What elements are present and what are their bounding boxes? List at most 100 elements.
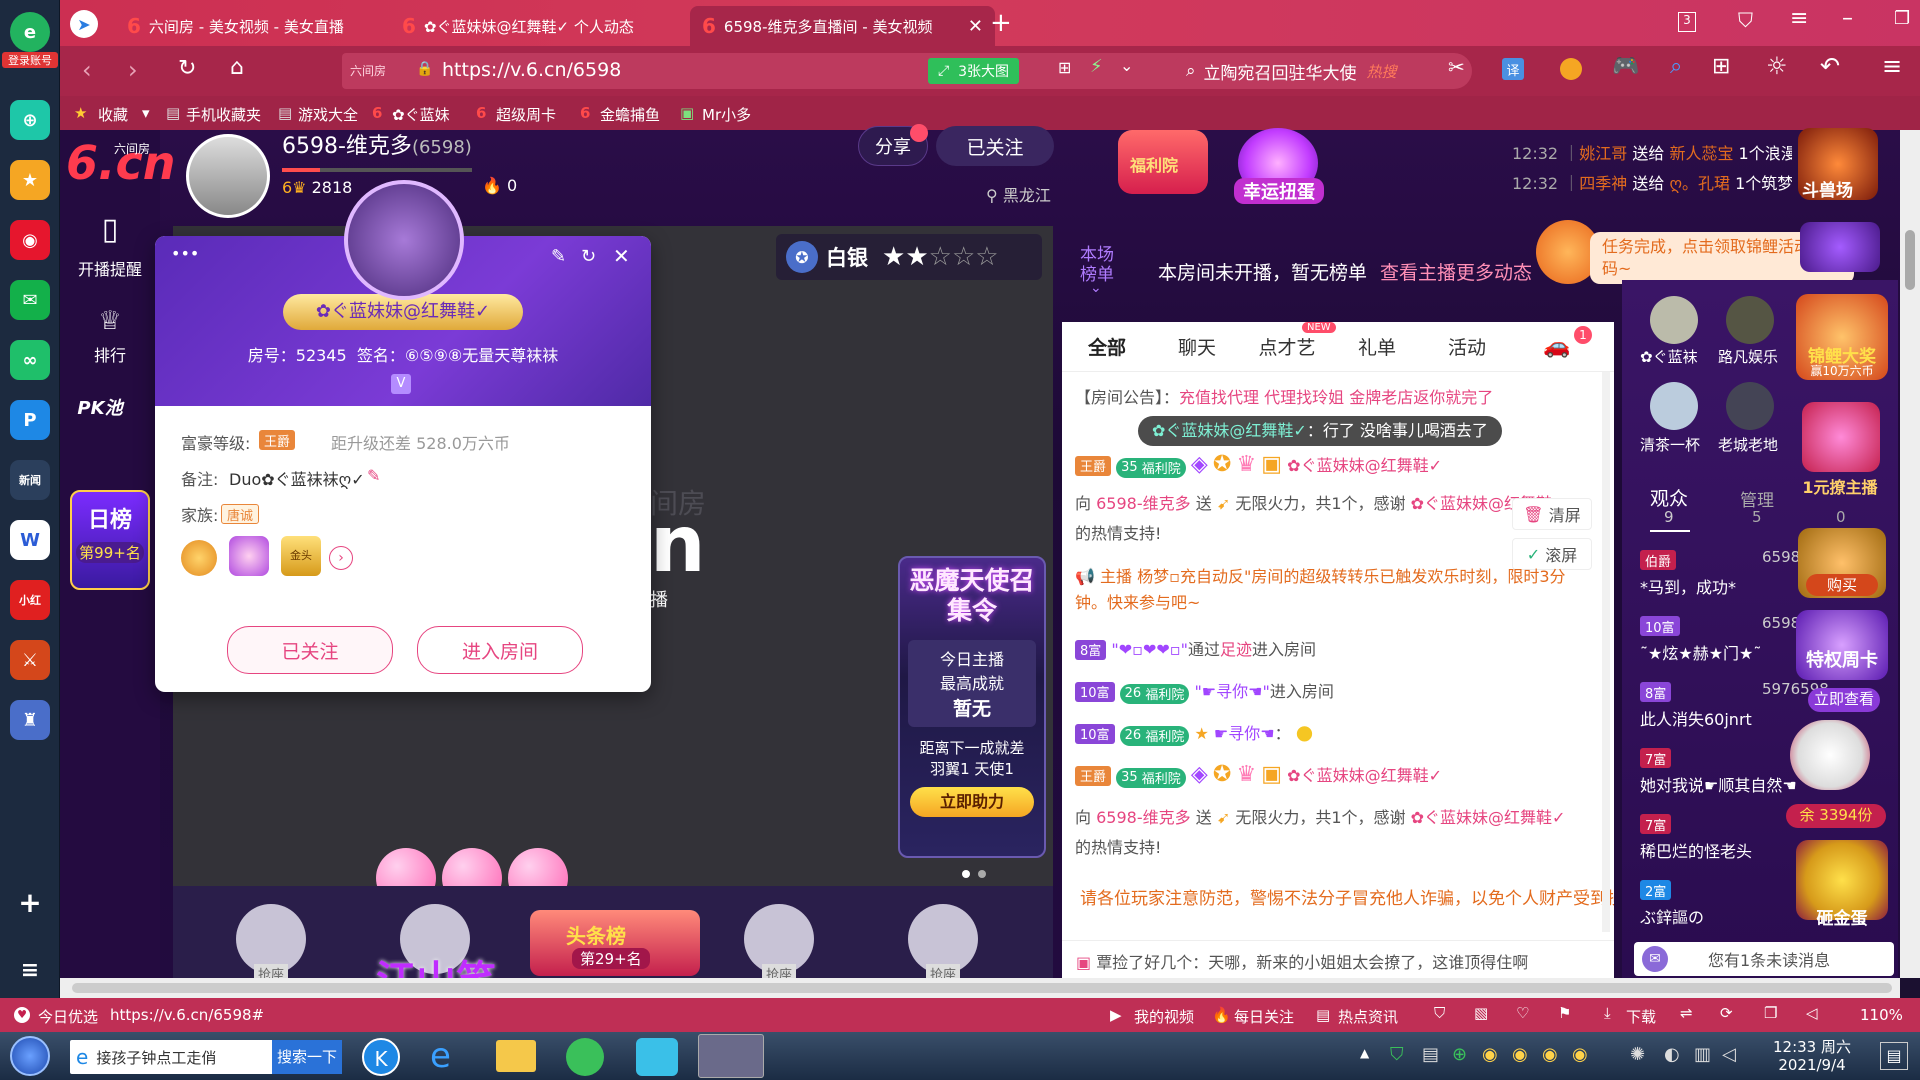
daily-rank-badge[interactable]: 日榜 第99+名 <box>70 490 150 590</box>
tab-talent[interactable]: 点才艺 <box>1242 333 1332 360</box>
tab-chat[interactable]: 聊天 <box>1152 333 1242 360</box>
link-icon[interactable]: ∞ <box>10 340 50 380</box>
hamburger-icon[interactable]: ≡ <box>1882 52 1902 80</box>
tray-qq-icon[interactable]: ◉ <box>1482 1044 1498 1065</box>
top-user-name[interactable]: 清茶一杯 <box>1640 434 1716 455</box>
active-window-icon[interactable] <box>698 1034 764 1078</box>
chevron-down-icon[interactable]: ⌄ <box>1090 280 1102 296</box>
top-user-avatar[interactable] <box>1726 296 1774 344</box>
onecoin-icon[interactable] <box>1802 402 1880 472</box>
ie-taskbar-icon[interactable]: e <box>430 1036 451 1076</box>
welfare-label[interactable]: 福利院 <box>1130 152 1178 176</box>
tray-qq-icon[interactable]: ◉ <box>1572 1044 1588 1065</box>
buy-button[interactable]: 购买 <box>1806 574 1878 596</box>
tab-1[interactable]: 6 六间房 - 美女视频 - 美女直播 <box>115 6 385 46</box>
image-icon[interactable]: ▧ <box>1474 1004 1488 1022</box>
notification-icon[interactable]: ▤ <box>1880 1042 1908 1070</box>
minimize-icon[interactable]: – <box>1842 6 1853 31</box>
chevron-right-icon[interactable]: › <box>329 546 353 570</box>
ticker-user[interactable]: 姚江哥 <box>1579 144 1627 163</box>
status-my-video[interactable]: 我的视频 <box>1134 1006 1194 1027</box>
top-user-name[interactable]: 老城老地 <box>1718 434 1798 455</box>
top-user-avatar[interactable] <box>1650 382 1698 430</box>
ticker-target[interactable]: ღ。孔珺 <box>1669 174 1730 193</box>
top-user-avatar[interactable] <box>1650 296 1698 344</box>
login-label[interactable]: 登录账号 <box>2 52 58 68</box>
coin-icon[interactable] <box>1560 58 1582 80</box>
undo-icon[interactable]: ↶ <box>1820 52 1840 80</box>
grid-icon[interactable]: ⊞ <box>1058 58 1071 77</box>
sender-name[interactable]: ✿ぐ蓝妹妹@红舞鞋✓ <box>1287 456 1442 475</box>
chevron-down-icon[interactable]: ▾ <box>142 104 150 122</box>
promo-card[interactable]: 恶魔天使召集令 今日主播 最高成就 暂无 距离下一成就差 羽翼1 天使1 立即助… <box>898 556 1046 858</box>
anchor-name[interactable]: 6598-维克多 <box>282 134 412 159</box>
pinned-user[interactable]: ✿ぐ蓝妹妹@红舞鞋✓ <box>1152 421 1307 440</box>
search-input[interactable]: ⌕ 立陶宛召回驻华大使 热搜 <box>1172 53 1472 89</box>
video-app-icon[interactable]: 小红 <box>10 580 50 620</box>
brightness-icon[interactable]: ☼ <box>1766 52 1788 80</box>
tray-fan-icon[interactable]: ✺ <box>1630 1044 1645 1065</box>
bookmark-mobile[interactable]: 手机收藏夹 <box>186 104 261 125</box>
sender-name[interactable]: ✿ぐ蓝妹妹@红舞鞋✓ <box>1287 766 1442 785</box>
back-icon[interactable]: ‹ <box>82 56 92 84</box>
k-app-icon[interactable]: K <box>362 1038 400 1076</box>
top-user-avatar[interactable] <box>1726 382 1774 430</box>
status-download[interactable]: 下载 <box>1626 1006 1656 1027</box>
gamepad-icon[interactable]: 🎮 <box>1612 54 1639 79</box>
sender-link[interactable]: ✿ぐ蓝妹妹@红舞鞋✓ <box>1411 808 1566 827</box>
forward-icon[interactable]: › <box>128 56 138 84</box>
tray-shield-icon[interactable]: ⛉ <box>1390 1044 1404 1065</box>
clear-button[interactable]: 🗑 清屏 <box>1512 498 1592 530</box>
popup-avatar[interactable] <box>344 180 464 300</box>
url-field[interactable]: 六间房 🔒 https://v.6.cn/6598 <box>342 53 1210 89</box>
star-icon[interactable]: ★ <box>10 160 50 200</box>
headline-label[interactable]: 头条榜 <box>566 920 626 949</box>
apps-icon[interactable]: ⊞ <box>1712 54 1730 79</box>
lucky-label[interactable]: 幸运扭蛋 <box>1234 178 1324 204</box>
start-button-icon[interactable] <box>10 1036 50 1076</box>
beast-arena-label[interactable]: 斗兽场 <box>1802 176 1853 201</box>
tab-activity[interactable]: 活动 <box>1422 333 1512 360</box>
broom-icon[interactable]: ⚑ <box>1558 1004 1571 1022</box>
new-tab-icon[interactable]: + <box>990 8 1012 38</box>
bookmark-games[interactable]: 游戏大全 <box>298 104 358 125</box>
tab-3[interactable]: 6 6598-维克多直播间 - 美女视频 ✕ <box>690 6 995 46</box>
news-icon[interactable]: 新闻 <box>10 460 50 500</box>
follow-button[interactable]: 已关注 <box>936 126 1054 166</box>
menu-icon[interactable]: ≡ <box>10 950 50 990</box>
vertical-scrollbar[interactable] <box>1900 130 1920 978</box>
chat-link[interactable]: 足迹 <box>1220 640 1252 659</box>
heart-outline-icon[interactable]: ♡ <box>1516 1004 1529 1022</box>
horizontal-scrollbar[interactable] <box>60 978 1900 998</box>
tray-qq-icon[interactable]: ◉ <box>1512 1044 1528 1065</box>
mail-icon[interactable]: ✉ <box>10 280 50 320</box>
tab-gifts[interactable]: 礼单 <box>1332 333 1422 360</box>
close-tab-icon[interactable]: ✕ <box>960 16 983 37</box>
bookmark-favorites[interactable]: 收藏 <box>98 104 128 125</box>
anchor-link[interactable]: 6598-维克多 <box>1096 808 1191 827</box>
zoom-level[interactable]: 110% <box>1860 1006 1903 1024</box>
chat-scrollbar[interactable] <box>1602 372 1610 932</box>
promo-top-icon[interactable] <box>1800 222 1880 272</box>
status-hot-news[interactable]: 热点资讯 <box>1338 1006 1398 1027</box>
phone-icon[interactable]: ▯ <box>60 212 160 247</box>
status-left-label[interactable]: 今日优选 <box>38 1006 98 1027</box>
tray-qq-icon[interactable]: ◉ <box>1542 1044 1558 1065</box>
popup-followed-button[interactable]: 已关注 <box>227 626 393 674</box>
more-icon[interactable]: ••• <box>171 244 199 263</box>
translate-icon[interactable]: ⇌ <box>1680 1004 1693 1022</box>
scissors-icon[interactable]: ✂ <box>1448 55 1465 79</box>
menu-icon[interactable]: ≡ <box>1790 6 1808 31</box>
bookmark-mrxiaoduo[interactable]: Mr小多 <box>702 104 751 125</box>
reload-icon[interactable]: ↻ <box>178 56 196 81</box>
shirt-icon[interactable]: ⛉ <box>1738 8 1753 32</box>
bolt-icon[interactable]: ⚡ <box>1090 56 1103 77</box>
bookmark-lanmei[interactable]: ✿ぐ蓝妹 <box>392 104 450 125</box>
app-icon-1[interactable]: ⊕ <box>10 100 50 140</box>
doc-icon[interactable]: W <box>10 520 50 560</box>
tray-volume-icon[interactable]: ◁ <box>1722 1044 1736 1065</box>
top-user-name[interactable]: 路凡娱乐 <box>1718 346 1798 367</box>
scroll-thumb[interactable] <box>1905 230 1915 290</box>
scroll-thumb[interactable] <box>72 983 1892 993</box>
lucky-cat-icon[interactable] <box>1790 720 1870 790</box>
